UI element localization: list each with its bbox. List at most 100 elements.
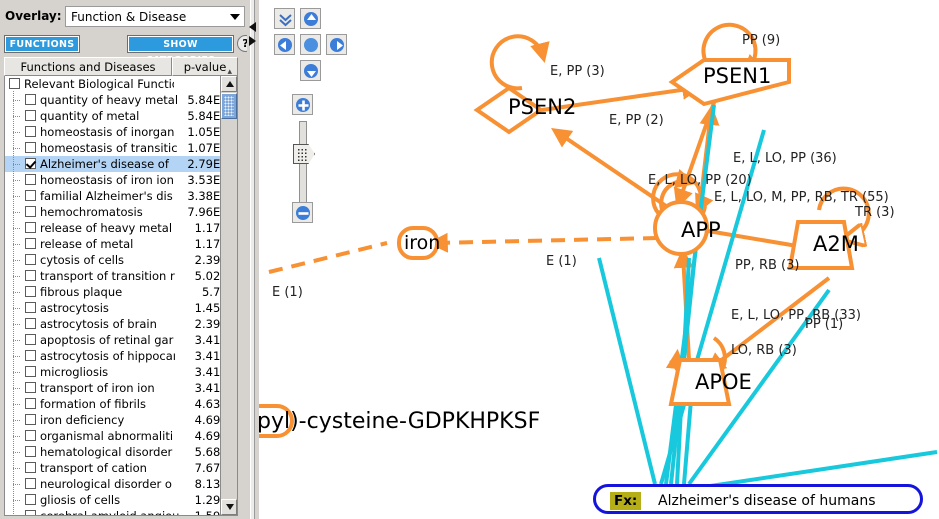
selected-function-node[interactable]: Fx: Alzheimer's disease of humans [593,484,923,514]
collapse-left-icon[interactable] [249,22,256,32]
functions-list-scrollbar[interactable] [220,76,237,515]
list-item[interactable]: organismal abnormaliti 4.69E-8 [5,427,237,444]
overlay-dropdown[interactable]: Function & Disease [65,6,245,27]
list-item[interactable]: formation of fibrils 4.63E-8 [5,395,237,412]
list-item[interactable]: astrocytosis of hippocaı 3.41E-8 [5,347,237,364]
checkbox[interactable] [9,78,20,89]
network-canvas[interactable]: PSEN2 PSEN1 APP A2M APOE iron pyl)-cyste… [259,0,939,519]
list-item-label: hematological disorder [40,445,173,459]
list-item[interactable]: microgliosis 3.41E-8 [5,363,237,380]
list-item[interactable]: cerebral amyloid angiou 1.59E-7 [5,507,237,515]
list-item[interactable]: transport of transition r 5.02E-9 [5,267,237,284]
node-label-app[interactable]: APP [681,218,721,242]
checkbox[interactable] [25,334,36,345]
checkbox[interactable] [25,510,36,515]
checkbox[interactable] [25,302,36,313]
list-item[interactable]: cytosis of cells 2.39E-9 [5,251,237,268]
column-header-functions[interactable]: Functions and Diseases [4,57,172,76]
chevron-down-icon [230,14,240,20]
functions-list-body: Relevant Biological Functio quantity of h… [5,76,237,515]
checkbox-checked[interactable] [25,158,36,169]
list-item[interactable]: homeostasis of iron ion 3.53E-12 [5,171,237,188]
node-label-a2m[interactable]: A2M [813,232,859,256]
pan-up-button[interactable] [300,8,321,29]
checkbox[interactable] [25,190,36,201]
overlay-dropdown-value: Function & Disease [71,10,187,24]
application-window: Overlay: Function & Disease FUNCTIONS SH… [0,0,939,519]
list-item[interactable]: homeostasis of transitic 1.07E-13 [5,139,237,156]
checkbox[interactable] [25,318,36,329]
chevrons-down-icon [279,14,292,27]
checkbox[interactable] [25,382,36,393]
list-item[interactable]: apoptosis of retinal gar 3.41E-8 [5,331,237,348]
list-item[interactable]: quantity of heavy metal 5.84E-17 [5,91,237,108]
checkbox[interactable] [25,94,36,105]
node-label-psen2[interactable]: PSEN2 [508,95,576,119]
list-item[interactable]: astrocytosis of brain 2.39E-8 [5,315,237,332]
node-label-iron[interactable]: iron [404,232,440,254]
pan-left-button[interactable] [274,34,295,55]
checkbox[interactable] [25,414,36,425]
fit-to-window-button[interactable] [274,8,295,29]
list-item[interactable]: hemochromatosis 7.96E-11 [5,203,237,220]
zoom-in-button[interactable] [292,94,313,115]
center-button[interactable] [300,34,321,55]
show-categories-button[interactable]: SHOW CATEGORIES [128,36,233,66]
list-item[interactable]: neurological disorder o 8.13E-8 [5,475,237,492]
list-item[interactable]: transport of cation 7.67E-8 [5,459,237,476]
collapse-right-icon[interactable] [249,36,256,46]
checkbox[interactable] [25,286,36,297]
list-item[interactable]: quantity of metal 5.84E-17 [5,107,237,124]
zoom-slider-thumb[interactable] [293,144,315,164]
node-label-apoe[interactable]: APOE [695,370,752,394]
checkbox[interactable] [25,110,36,121]
arrow-left-icon [280,41,286,50]
checkbox[interactable] [25,238,36,249]
list-item[interactable]: homeostasis of inorgan 1.05E-14 [5,123,237,140]
list-row-root[interactable]: Relevant Biological Functio [5,76,221,92]
list-item-label: homeostasis of inorgan [40,125,175,139]
list-item[interactable]: gliosis of cells 1.29E-7 [5,491,237,508]
node-label-peptide[interactable]: pyl)-cysteine-GDPKHPKSF [259,409,540,434]
checkbox[interactable] [25,254,36,265]
pan-down-button[interactable] [300,60,321,81]
checkbox[interactable] [25,398,36,409]
list-item[interactable]: astrocytosis 1.45E-8 [5,299,237,316]
scroll-down-button[interactable] [221,499,237,515]
checkbox[interactable] [25,126,36,137]
checkbox[interactable] [25,222,36,233]
list-item[interactable]: fibrous plaque5.7E-9 [5,283,237,300]
column-header-pvalue[interactable]: p-value ▴ [172,57,238,77]
triangle-up-icon [226,81,234,87]
splitter-bar[interactable] [250,0,255,519]
checkbox[interactable] [25,462,36,473]
list-item[interactable]: iron deficiency 4.69E-8 [5,411,237,428]
checkbox[interactable] [25,366,36,377]
checkbox[interactable] [25,494,36,505]
navigation-controls[interactable] [274,8,347,223]
checkbox[interactable] [25,142,36,153]
scrollbar-thumb[interactable] [221,93,237,119]
scroll-up-button[interactable] [221,76,237,92]
checkbox[interactable] [25,446,36,457]
zoom-slider-track[interactable] [299,121,307,209]
list-item[interactable]: hematological disorder 5.68E-8 [5,443,237,460]
list-item[interactable]: transport of iron ion 3.41E-8 [5,379,237,396]
checkbox[interactable] [25,174,36,185]
zoom-out-button[interactable] [292,202,313,223]
checkbox[interactable] [25,270,36,281]
panel-splitter[interactable] [247,0,259,519]
list-item[interactable]: familial Alzheimer's dis 3.38E-11 [5,187,237,204]
checkbox[interactable] [25,478,36,489]
node-label-psen1[interactable]: PSEN1 [703,64,771,88]
checkbox[interactable] [25,430,36,441]
functions-button[interactable]: FUNCTIONS [5,36,79,52]
checkbox[interactable] [25,350,36,361]
pan-right-button[interactable] [326,34,347,55]
list-item[interactable]: release of metal 1.17E-9 [5,235,237,252]
list-item[interactable]: Alzheimer's disease of 2.79E-12 [5,155,237,172]
functions-list[interactable]: Relevant Biological Functio quantity of h… [4,76,238,516]
list-item[interactable]: release of heavy metal 1.17E-9 [5,219,237,236]
list-item-label: gliosis of cells [40,493,121,507]
checkbox[interactable] [25,206,36,217]
